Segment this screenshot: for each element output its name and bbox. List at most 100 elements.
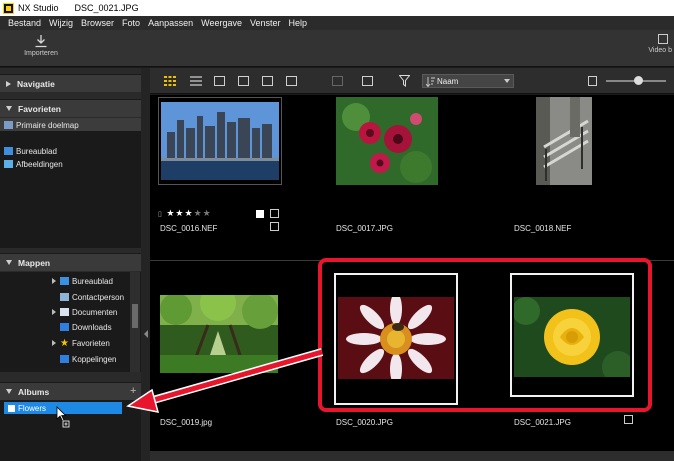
expand-arrow-icon [52,309,56,315]
menu-venster[interactable]: Venster [250,18,281,28]
download-icon [35,35,47,48]
menu-wijzig[interactable]: Wijzig [49,18,73,28]
menu-browser[interactable]: Browser [81,18,114,28]
expand-icon [6,80,11,87]
folder-label: Downloads [72,322,112,332]
panel-favorites-header[interactable]: Favorieten [0,99,141,117]
import-button[interactable]: Importeren [18,34,64,64]
title-bar: NX Studio DSC_0021.JPG [0,0,674,16]
thumbnail-dsc0017[interactable] [336,97,438,185]
expand-arrow-icon [52,340,56,346]
folder-label: Bureaublad [72,276,113,286]
menu-bestand[interactable]: Bestand [8,18,41,28]
scrollbar-thumb[interactable] [132,304,138,328]
edit-view-icon[interactable] [286,76,297,86]
thumbnail-size-slider[interactable] [606,76,666,85]
slider-knob[interactable] [634,76,643,85]
color-label-box[interactable] [256,210,264,218]
menu-bar: Bestand Wijzig Browser Foto Aanpassen We… [0,16,674,30]
album-label: Flowers [18,403,47,413]
contacts-icon [60,293,69,301]
filmstrip-icon[interactable] [332,76,343,86]
rating-stars[interactable]: ▯ ★★★★★ [158,208,212,219]
folder-icon [4,121,13,129]
panel-albums-title: Albums [18,386,50,397]
folders-scrollbar[interactable] [130,272,140,372]
panel-folders-title: Mappen [18,257,51,268]
sort-icon [426,77,435,87]
favorite-label: Afbeeldingen [16,159,63,169]
folder-item-downloads[interactable]: Downloads [60,321,112,333]
app-title: NX Studio [18,3,59,13]
chevron-down-icon [504,79,510,83]
collapse-icon [6,260,12,265]
thumbnail-image [160,295,278,373]
drag-cursor-icon [56,406,70,428]
panel-folders-header[interactable]: Mappen [0,253,141,271]
document-icon [60,308,69,316]
filter-icon[interactable] [399,75,410,87]
collapse-icon [6,106,12,111]
folder-item-favorites[interactable]: ★ Favorieten [52,337,110,349]
thumbnail-dsc0016[interactable] [158,97,282,185]
film-icon [658,34,668,44]
thumbnail-size-icon[interactable] [588,76,597,86]
add-album-button[interactable]: + [130,385,136,397]
favorite-label: Primaire doelmap [16,120,79,130]
folder-label: Favorieten [71,338,110,348]
adjusted-icon [624,415,633,424]
album-icon [8,404,15,412]
import-label: Importeren [24,50,58,57]
fit-screen-icon[interactable] [362,76,373,86]
folder-item-desktop[interactable]: Bureaublad [52,275,113,287]
favorites-list [0,118,141,248]
link-icon [60,355,69,363]
pictures-icon [4,160,13,168]
app-logo-icon [3,2,14,14]
panel-albums-header[interactable]: Albums [0,382,141,400]
star-icon: ★ [60,337,69,349]
main-toolbar: Importeren Video b [0,30,674,67]
menu-help[interactable]: Help [289,18,308,28]
thumbnail-filename: DSC_0019.jpg [160,418,213,427]
thumbnail-filename: DSC_0021.JPG [514,418,571,427]
download-folder-icon [60,323,69,331]
panel-favorites-title: Favorieten [18,103,61,114]
folder-item-links[interactable]: Koppelingen [60,353,116,365]
split-view-icon[interactable] [262,76,273,86]
panel-navigation-header[interactable]: Navigatie [0,74,141,92]
menu-foto[interactable]: Foto [122,18,140,28]
sort-dropdown[interactable]: Naam [422,74,514,88]
list-view-icon[interactable] [190,76,202,86]
favorite-item-desktop[interactable]: Bureaublad [4,145,57,157]
single-view-icon[interactable] [214,76,225,86]
thumbnail-image [159,98,281,184]
folder-label: Contactperson [72,292,125,302]
collapse-sidebar-icon[interactable] [144,330,148,338]
folder-label: Koppelingen [72,354,117,364]
sidebar-splitter[interactable] [141,68,150,461]
desktop-icon [4,147,13,155]
video-label: Video b [648,47,672,54]
favorite-label: Bureaublad [16,146,57,156]
thumbnail-dsc0019[interactable] [160,295,278,373]
adjusted-icon [270,222,279,231]
video-button[interactable]: Video b [644,34,674,64]
collapse-icon [6,389,12,394]
favorite-item-pictures[interactable]: Afbeeldingen [4,158,63,170]
thumbnail-dsc0018[interactable] [536,97,592,185]
panel-navigation-title: Navigatie [17,78,55,89]
menu-aanpassen[interactable]: Aanpassen [148,18,193,28]
selection-highlight [318,258,652,412]
grid-view-icon[interactable] [164,76,176,86]
folder-item-contacts[interactable]: Contactperson [60,291,124,303]
protect-icon: ▯ [158,211,163,218]
favorite-item-primary[interactable]: Primaire doelmap [4,119,79,131]
menu-weergave[interactable]: Weergave [201,18,242,28]
folder-label: Documenten [72,307,118,317]
thumbnail-filename: DSC_0017.JPG [336,224,393,233]
compare-view-icon[interactable] [238,76,249,86]
desktop-icon [60,277,69,285]
window-file-name: DSC_0021.JPG [74,3,139,13]
folder-item-documents[interactable]: Documenten [52,306,118,318]
